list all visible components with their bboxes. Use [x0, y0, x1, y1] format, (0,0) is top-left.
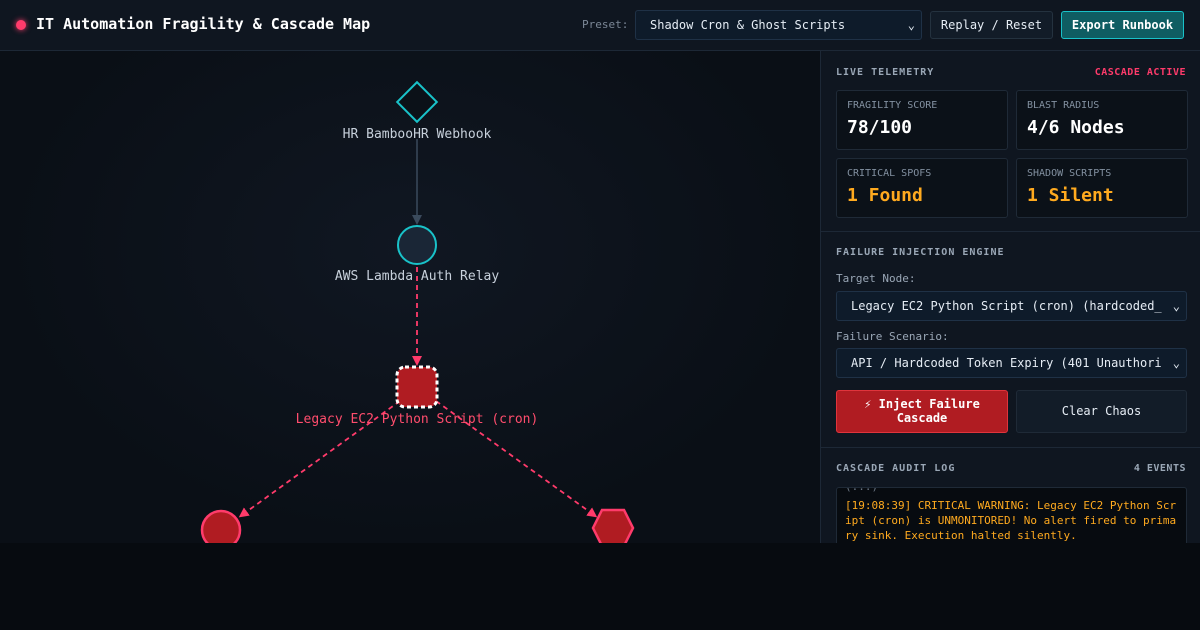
metric-value: 78/100: [847, 117, 913, 138]
chevron-down-icon: ⌄: [1172, 299, 1180, 313]
injection-title: FAILURE INJECTION ENGINE: [836, 247, 1005, 258]
node-left-target-circle[interactable]: [200, 509, 242, 543]
metric-label: CRITICAL SPOFS: [847, 168, 932, 179]
target-node-label: Target Node:: [836, 272, 916, 285]
metric-value: 4/6 Nodes: [1027, 117, 1125, 138]
section-divider: [821, 231, 1200, 232]
log-entry: [19:08:39] CRITICAL WARNING: Legacy EC2 …: [845, 499, 1177, 542]
export-runbook-button[interactable]: Export Runbook: [1061, 11, 1184, 39]
node-label-hr-webhook: HR BambooHR Webhook: [342, 127, 492, 142]
clear-chaos-button[interactable]: Clear Chaos: [1016, 390, 1187, 433]
inject-failure-button[interactable]: ⚡ Inject Failure Cascade: [836, 390, 1008, 433]
preset-value: Shadow Cron & Ghost Scripts: [650, 18, 846, 32]
replay-reset-button[interactable]: Replay / Reset: [930, 11, 1053, 39]
metric-label: SHADOW SCRIPTS: [1027, 168, 1112, 179]
node-right-target-hexagon[interactable]: [591, 508, 635, 543]
audit-log-box[interactable]: (...) [19:08:39] CRITICAL WARNING: Legac…: [836, 487, 1187, 543]
failure-scenario-label: Failure Scenario:: [836, 330, 949, 343]
node-label-aws-lambda: AWS Lambda Auth Relay: [334, 269, 500, 284]
app-window: IT Automation Fragility & Cascade Map Pr…: [0, 0, 1200, 543]
node-legacy-ec2-square[interactable]: [395, 365, 439, 409]
metric-critical-spofs: CRITICAL SPOFS 1 Found: [836, 158, 1008, 218]
cascade-status-badge: CASCADE ACTIVE: [1094, 67, 1186, 78]
section-divider: [821, 447, 1200, 448]
graph-svg: [200, 80, 635, 543]
metric-blast-radius: BLAST RADIUS 4/6 Nodes: [1016, 90, 1188, 150]
failure-scenario-select[interactable]: API / Hardcoded Token Expiry (401 Unauth…: [836, 348, 1187, 378]
node-label-legacy-ec2: Legacy EC2 Python Script (cron): [295, 412, 539, 427]
app-title: IT Automation Fragility & Cascade Map: [36, 15, 371, 33]
event-count-badge: 4 EVENTS: [1133, 463, 1186, 474]
metric-shadow-scripts: SHADOW SCRIPTS 1 Silent: [1016, 158, 1188, 218]
metric-fragility-score: FRAGILITY SCORE 78/100: [836, 90, 1008, 150]
dependency-graph-canvas[interactable]: HR BambooHR Webhook AWS Lambda Auth Rela…: [0, 51, 820, 543]
node-aws-lambda-circle[interactable]: [397, 225, 437, 265]
target-node-select[interactable]: Legacy EC2 Python Script (cron) (hardcod…: [836, 291, 1187, 321]
log-overflow-indicator: (...): [845, 488, 878, 493]
node-hr-webhook-diamond[interactable]: [395, 80, 439, 124]
live-status-dot: [16, 20, 26, 30]
preset-label: Preset:: [582, 18, 629, 31]
failure-scenario-value: API / Hardcoded Token Expiry (401 Unauth…: [851, 356, 1162, 370]
telemetry-title: LIVE TELEMETRY: [836, 67, 935, 78]
chevron-down-icon: ⌄: [1172, 356, 1180, 370]
audit-log-title: CASCADE AUDIT LOG: [836, 463, 956, 474]
preset-select[interactable]: Shadow Cron & Ghost Scripts ⌄: [635, 10, 922, 40]
metric-value: 1 Found: [847, 185, 923, 206]
metric-label: FRAGILITY SCORE: [847, 100, 938, 111]
top-bar: IT Automation Fragility & Cascade Map Pr…: [0, 0, 1200, 51]
metric-label: BLAST RADIUS: [1027, 100, 1100, 111]
target-node-value: Legacy EC2 Python Script (cron) (hardcod…: [851, 299, 1162, 313]
metric-value: 1 Silent: [1027, 185, 1114, 206]
chevron-down-icon: ⌄: [907, 18, 915, 32]
control-panel: LIVE TELEMETRY CASCADE ACTIVE FRAGILITY …: [820, 51, 1200, 543]
